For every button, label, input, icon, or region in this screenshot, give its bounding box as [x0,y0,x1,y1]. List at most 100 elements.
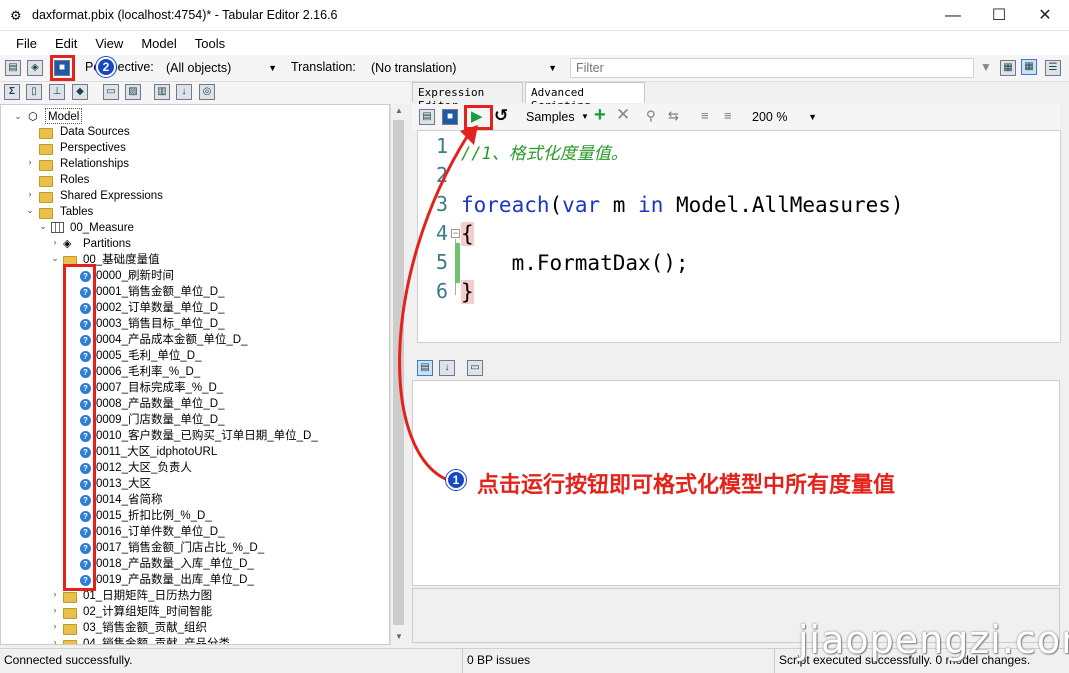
open-icon[interactable]: ▤ [5,60,21,76]
column-icon[interactable]: ▯ [26,84,42,100]
outdent-icon[interactable]: ≡ [724,108,732,123]
tree-item-measure[interactable]: 0007_目标完成率_%_D_ [96,380,223,396]
expand-icon[interactable]: › [50,589,60,599]
tree-item-measure[interactable]: 0006_毛利率_%_D_ [96,364,200,380]
tree-item-measure[interactable]: 0001_销售金额_单位_D_ [96,284,224,300]
collapse-icon[interactable]: ⌄ [38,221,48,232]
chevron-down-icon: ▼ [268,63,277,73]
collapse-icon[interactable]: ⌄ [50,253,60,264]
sort-icon[interactable]: ↓ [176,84,192,100]
view-list-icon[interactable]: ☰ [1045,60,1061,76]
display-icon[interactable]: ▭ [103,84,119,100]
tree-item-table-00-measure[interactable]: 00_Measure [70,220,134,236]
cube-icon[interactable]: ◆ [72,84,88,100]
samples-menu[interactable]: Samples [526,110,575,124]
close-button[interactable]: ✕ [1022,0,1068,31]
scroll-down-icon[interactable]: ▼ [395,632,403,641]
tree-item-display-folder[interactable]: 02_计算组矩阵_时间智能 [83,604,212,620]
view-option-icon[interactable]: ▦ [1000,60,1016,76]
collapse-icon[interactable]: ⌄ [25,205,35,216]
perspective-select[interactable]: (All objects) ▼ [160,58,282,78]
menu-file[interactable]: File [7,31,46,51]
tree-item-measure[interactable]: 0005_毛利_单位_D_ [96,348,201,364]
tree-item-measure[interactable]: 0019_产品数量_出库_单位_D_ [96,572,254,588]
hierarchy-icon[interactable]: ⊥ [49,84,65,100]
keyword-var: var [562,193,601,217]
main-toolbar: ▤ ◈ ■ Perspective: (All objects) ▼ Transl… [0,55,1069,82]
tree-item-display-folder[interactable]: 03_销售金额_贡献_组织 [83,620,207,636]
tree-item-measure[interactable]: 0017_销售金额_门店占比_%_D_ [96,540,264,556]
minimize-button[interactable]: — [930,0,976,31]
tab-advanced-scripting[interactable]: Advanced Scripting [525,82,645,112]
replace-icon[interactable]: ⇆ [668,108,679,124]
translation-value: (No translation) [371,61,457,75]
add-icon[interactable]: + [594,104,606,127]
tree-item-measure[interactable]: 0015_折扣比例_%_D_ [96,508,212,524]
undo-icon[interactable]: ↺ [494,106,508,126]
maximize-button[interactable]: ☐ [976,0,1022,31]
tree-item-measure[interactable]: 0016_订单件数_单位_D_ [96,524,224,540]
view-option-active-icon[interactable]: ▦ [1021,59,1037,75]
status-bp-issues[interactable]: 0 BP issues [463,649,775,673]
zoom-value: 200 % [752,110,788,124]
menu-view[interactable]: View [86,31,132,51]
menu-model[interactable]: Model [132,31,185,51]
tree-item-measure[interactable]: 0008_产品数量_单位_D_ [96,396,224,412]
expand-icon[interactable]: › [50,605,60,615]
expand-icon[interactable]: › [50,637,60,644]
folder-icon [39,128,53,139]
expand-icon[interactable]: › [25,189,35,199]
tree-item-measure[interactable]: 0000_刷新时间 [96,268,174,284]
script-editor[interactable]: 1 2 3 4 5 6 − //1、格式化度量值。 foreach(var m … [417,130,1061,343]
tree-item-measure[interactable]: 0012_大区_负责人 [96,460,192,476]
tree-item-measure[interactable]: 0003_销售目标_单位_D_ [96,316,224,332]
expand-icon[interactable]: › [50,621,60,631]
indent-icon[interactable]: ≡ [701,108,709,123]
hidden-icon[interactable]: ▨ [125,84,141,100]
model-tree[interactable]: ⌄ ⬡ Model Data Sources Perspectives › Re… [0,104,390,645]
expand-icon[interactable]: › [25,157,35,167]
tree-item-roles[interactable]: Roles [60,172,89,188]
tab-expression-editor[interactable]: Expression Editor [412,82,523,112]
expand-icon[interactable]: › [50,237,60,247]
tree-item-shared-expressions[interactable]: Shared Expressions [60,188,163,204]
tree-item-display-folder[interactable]: 01_日期矩阵_日历热力图 [83,588,212,604]
menu-bar: File Edit View Model Tools [0,31,1069,55]
tree-item-measure[interactable]: 0004_产品成本金额_单位_D_ [96,332,247,348]
translation-select[interactable]: (No translation) ▼ [365,58,562,78]
menu-edit[interactable]: Edit [46,31,86,51]
columns-icon[interactable]: ▥ [154,84,170,100]
open-script-icon[interactable]: ▤ [419,109,435,125]
menu-tools[interactable]: Tools [186,31,234,51]
find-icon[interactable]: ⚲ [646,108,656,124]
tree-root-model[interactable]: Model [45,108,83,124]
tree-item-data-sources[interactable]: Data Sources [60,124,130,140]
tree-item-tables[interactable]: Tables [60,204,93,220]
link-icon[interactable]: ◎ [199,84,215,100]
delete-icon[interactable]: ✕ [616,105,630,125]
tree-item-measure[interactable]: 0011_大区_idphotoURL [96,444,217,460]
tree-item-measure[interactable]: 0010_客户数量_已购买_订单日期_单位_D_ [96,428,318,444]
folder-icon [39,208,53,219]
folder-icon [39,192,53,203]
collapse-icon[interactable]: ⌄ [13,111,23,122]
tree-item-perspectives[interactable]: Perspectives [60,140,126,156]
tree-item-measure[interactable]: 0014_省简称 [96,492,162,508]
title-bar: ⚙ daxformat.pbix (localhost:4754)* - Tab… [0,0,1069,31]
tree-item-partitions[interactable]: Partitions [83,236,131,252]
tree-item-measure[interactable]: 0013_大区 [96,476,151,492]
tree-item-relationships[interactable]: Relationships [60,156,129,172]
save-script-icon[interactable]: ■ [442,109,458,125]
filter-icon[interactable]: ▼ [980,60,992,74]
folder-icon [39,176,53,187]
tree-item-display-folder[interactable]: 04_销售金额_贡献_产品分类 [83,636,230,644]
sigma-icon[interactable]: Σ [4,84,20,100]
scroll-up-icon[interactable]: ▲ [395,106,403,115]
zoom-select[interactable]: 200 % ▼ [746,107,822,127]
tree-item-measure[interactable]: 0018_产品数量_入库_单位_D_ [96,556,254,572]
tree-item-measure[interactable]: 0002_订单数量_单位_D_ [96,300,224,316]
tree-item-measure[interactable]: 0009_门店数量_单位_D_ [96,412,224,428]
connect-icon[interactable]: ◈ [27,60,43,76]
filter-input[interactable] [570,58,974,78]
table-icon [51,222,64,233]
